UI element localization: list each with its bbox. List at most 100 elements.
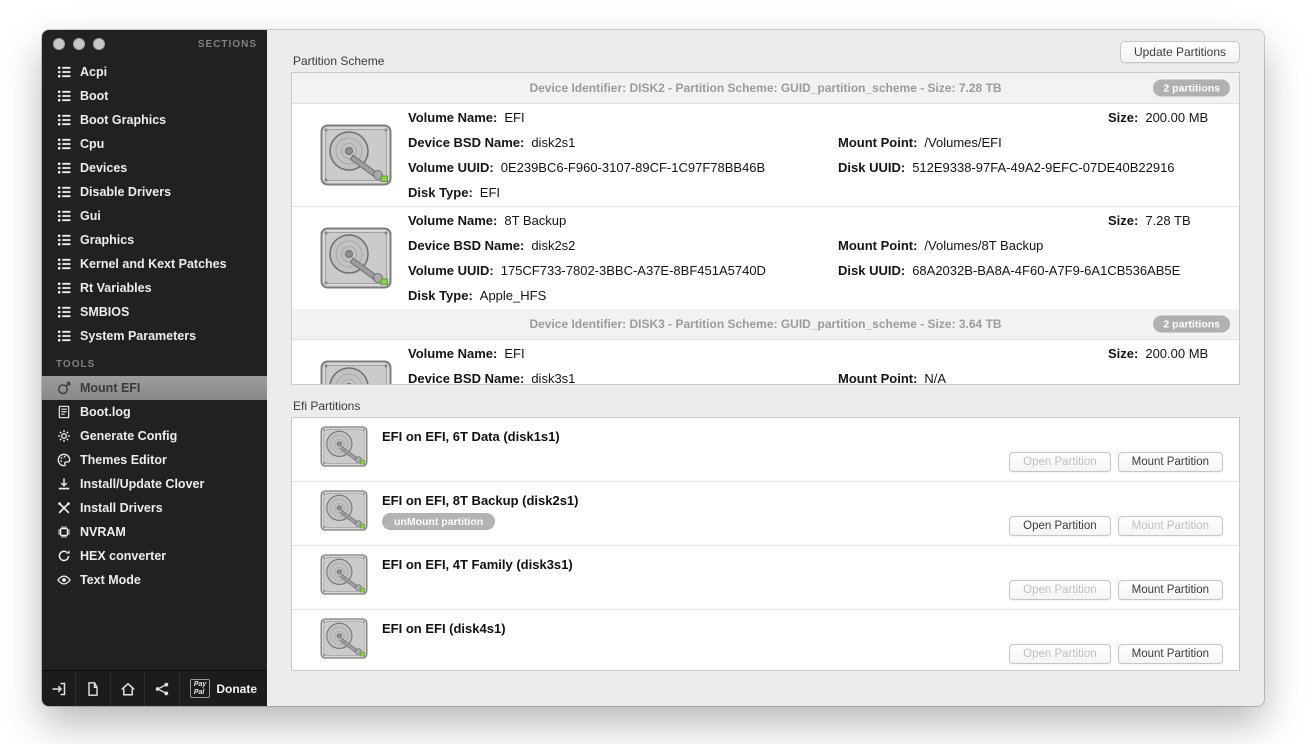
sidebar-item-label: Cpu <box>80 137 105 151</box>
open-partition-button[interactable]: Open Partition <box>1009 516 1111 536</box>
open-partition-button: Open Partition <box>1009 452 1111 472</box>
mount-partition-button[interactable]: Mount Partition <box>1117 580 1223 600</box>
sidebar-item-disable-drivers[interactable]: Disable Drivers <box>42 180 267 204</box>
app-window: SECTIONS Acpi Boot Boot Graphics Cpu Dev… <box>42 30 1264 706</box>
main-content: Update Partitions Partition Scheme Devic… <box>267 30 1264 706</box>
bootlog-icon <box>57 405 71 419</box>
sidebar-item-devices[interactable]: Devices <box>42 156 267 180</box>
device-group-header: Device Identifier: DISK2 - Partition Sch… <box>292 73 1239 104</box>
field-disk-uuid: Disk UUID: 68A2032B-BA8A-4F60-A7F9-6A1CB5… <box>838 263 1181 278</box>
hard-disk-icon <box>320 618 368 659</box>
sidebar-item-label: Gui <box>80 209 101 223</box>
partition-entry: Volume Name: EFI Size: 200.00 MB Device BSD … <box>292 340 1239 385</box>
sidebar-item-label: Generate Config <box>80 429 178 443</box>
sidebar-item-label: Boot Graphics <box>80 113 167 127</box>
list-icon <box>57 137 71 151</box>
mount-partition-button[interactable]: Mount Partition <box>1117 452 1223 472</box>
sidebar-item-label: Kernel and Kext Patches <box>80 257 227 271</box>
sidebar-item-boot[interactable]: Boot <box>42 84 267 108</box>
efi-partition-row: EFI on EFI, 8T Backup (disk2s1) unMount … <box>292 481 1239 545</box>
hard-disk-icon <box>320 426 368 467</box>
partition-entry: Volume Name: 8T Backup Size: 7.28 TB Device … <box>292 206 1239 309</box>
device-group-title: Device Identifier: DISK2 - Partition Sch… <box>529 81 1002 95</box>
field-volume-uuid: Volume UUID: 0E239BC6-F960-3107-89CF-1C97… <box>408 160 766 175</box>
sidebar-item-label: Rt Variables <box>80 281 152 295</box>
zoom-window-button[interactable] <box>93 38 105 50</box>
list-icon <box>57 185 71 199</box>
hex-icon <box>57 549 71 563</box>
sidebar-item-text-mode[interactable]: Text Mode <box>42 568 267 592</box>
sidebar-item-acpi[interactable]: Acpi <box>42 60 267 84</box>
window-controls <box>53 38 105 50</box>
unmount-partition-button[interactable]: unMount partition <box>382 513 496 530</box>
efi-partition-title: EFI on EFI, 6T Data (disk1s1) <box>382 429 560 444</box>
partition-count-badge: 2 partitions <box>1153 79 1230 97</box>
field-volume-name: Volume Name: EFI <box>408 346 525 361</box>
sidebar-item-boot-log[interactable]: Boot.log <box>42 400 267 424</box>
sidebar-item-kernel-and-kext-patches[interactable]: Kernel and Kext Patches <box>42 252 267 276</box>
sidebar-item-label: Devices <box>80 161 128 175</box>
efi-partition-title: EFI on EFI, 4T Family (disk3s1) <box>382 557 573 572</box>
efi-partition-row: EFI on EFI, 4T Family (disk3s1) Open Par… <box>292 545 1239 609</box>
sidebar-item-label: System Parameters <box>80 329 197 343</box>
home-icon[interactable] <box>111 671 146 706</box>
sidebar-item-graphics[interactable]: Graphics <box>42 228 267 252</box>
field-volume-name: Volume Name: 8T Backup <box>408 213 567 228</box>
field-volume-name: Volume Name: EFI <box>408 110 525 125</box>
share-icon[interactable] <box>145 671 180 706</box>
hard-disk-icon <box>320 227 392 289</box>
sidebar-item-gui[interactable]: Gui <box>42 204 267 228</box>
gear-icon <box>57 429 71 443</box>
minimize-window-button[interactable] <box>73 38 85 50</box>
import-icon[interactable] <box>42 671 77 706</box>
sidebar-item-install-drivers[interactable]: Install Drivers <box>42 496 267 520</box>
efi-partitions-label: Efi Partitions <box>293 399 361 413</box>
sidebar-item-themes-editor[interactable]: Themes Editor <box>42 448 267 472</box>
sidebar-item-label: Boot.log <box>80 405 131 419</box>
close-window-button[interactable] <box>53 38 65 50</box>
nvram-icon <box>57 525 71 539</box>
efi-row-main: EFI on EFI, 8T Backup (disk2s1) unMount … <box>382 482 579 530</box>
sidebar-item-rt-variables[interactable]: Rt Variables <box>42 276 267 300</box>
sidebar-item-mount-efi[interactable]: Mount EFI <box>42 376 267 400</box>
export-log-icon[interactable] <box>76 671 111 706</box>
sidebar-item-label: Install Drivers <box>80 501 163 515</box>
paypal-donate-button[interactable]: Pay Pal Donate <box>180 671 267 706</box>
field-mount-point: Mount Point:/Volumes/8T Backup <box>838 238 1044 253</box>
sidebar-item-smbios[interactable]: SMBIOS <box>42 300 267 324</box>
sidebar-tools: Mount EFI Boot.log Generate Config Theme… <box>42 376 267 592</box>
sidebar-item-label: Text Mode <box>80 573 141 587</box>
sidebar-item-nvram[interactable]: NVRAM <box>42 520 267 544</box>
mount-partition-button[interactable]: Mount Partition <box>1117 644 1223 664</box>
field-mount-point: Mount Point:/Volumes/EFI <box>838 135 1002 150</box>
sidebar-item-generate-config[interactable]: Generate Config <box>42 424 267 448</box>
list-icon <box>57 113 71 127</box>
partition-scheme-panel[interactable]: Device Identifier: DISK2 - Partition Sch… <box>291 72 1240 385</box>
open-partition-button: Open Partition <box>1009 644 1111 664</box>
install-clover-icon <box>57 477 71 491</box>
field-device-bsd-name: Device BSD Name: disk3s1 <box>408 371 576 385</box>
efi-row-buttons: Open Partition Mount Partition <box>1009 516 1223 536</box>
sidebar-sections: Acpi Boot Boot Graphics Cpu Devices Disa… <box>42 60 267 348</box>
efi-row-main: EFI on EFI, 6T Data (disk1s1) <box>382 418 560 444</box>
sidebar-item-hex-converter[interactable]: HEX converter <box>42 544 267 568</box>
mount-efi-icon <box>57 381 71 395</box>
field-disk-uuid: Disk UUID: 512E9338-97FA-49A2-9EFC-07DE40… <box>838 160 1175 175</box>
tools-header: TOOLS <box>56 358 96 370</box>
sidebar-item-system-parameters[interactable]: System Parameters <box>42 324 267 348</box>
paypal-icon: Pay Pal <box>189 679 211 698</box>
field-device-bsd-name: Device BSD Name: disk2s1 <box>408 135 576 150</box>
sidebar-item-label: Acpi <box>80 65 108 79</box>
list-icon <box>57 257 71 271</box>
list-icon <box>57 329 71 343</box>
partition-fields: Volume Name: 8T Backup Size: 7.28 TB Device … <box>408 207 1239 309</box>
donate-label: Donate <box>216 681 258 696</box>
sidebar-item-cpu[interactable]: Cpu <box>42 132 267 156</box>
sidebar-item-install-update-clover[interactable]: Install/Update Clover <box>42 472 267 496</box>
sidebar-item-label: Themes Editor <box>80 453 167 467</box>
sidebar-item-boot-graphics[interactable]: Boot Graphics <box>42 108 267 132</box>
efi-partition-title: EFI on EFI, 8T Backup (disk2s1) <box>382 493 579 508</box>
update-partitions-button[interactable]: Update Partitions <box>1119 41 1240 63</box>
field-size: Size: 200.00 MB <box>1108 110 1209 125</box>
efi-partition-row: EFI on EFI, 6T Data (disk1s1) Open Parti… <box>292 418 1239 481</box>
